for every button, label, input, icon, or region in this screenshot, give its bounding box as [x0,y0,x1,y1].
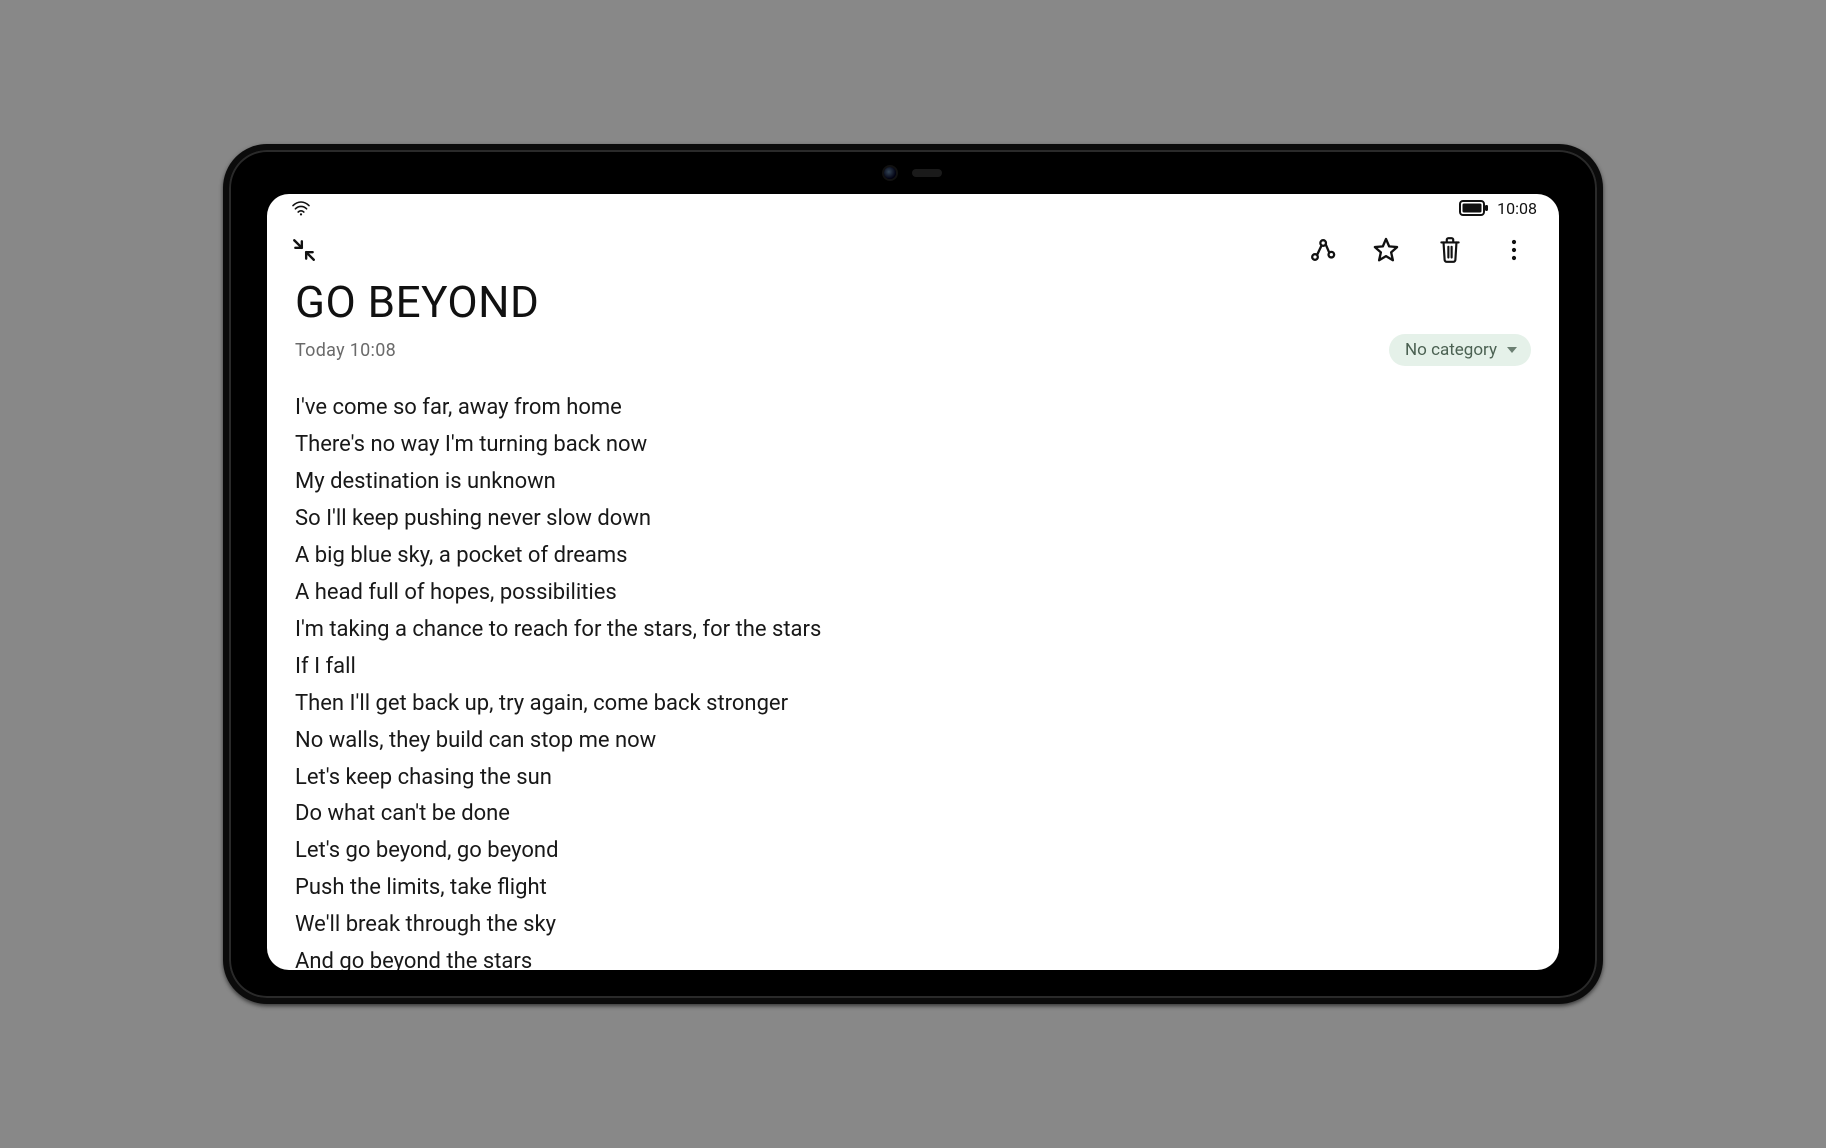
camera-lens-icon [884,167,896,179]
note-line[interactable]: There's no way I'm turning back now [295,427,1531,464]
note-line[interactable]: No walls, they build can stop me now [295,723,1531,760]
note-toolbar [267,222,1559,278]
note-line[interactable]: If I fall [295,649,1531,686]
favorite-button[interactable] [1367,231,1405,269]
screen: 10:08 [267,194,1559,970]
note-line[interactable]: Let's go beyond, go beyond [295,833,1531,870]
note-line[interactable]: And go beyond the stars [295,944,1531,970]
category-selector[interactable]: No category [1389,334,1531,366]
trash-icon [1437,236,1463,264]
delete-button[interactable] [1431,231,1469,269]
battery-icon [1459,200,1489,216]
note-line[interactable]: I've come so far, away from home [295,390,1531,427]
note-line[interactable]: So I'll keep pushing never slow down [295,501,1531,538]
note-line[interactable]: Do what can't be done [295,796,1531,833]
note-line[interactable]: My destination is unknown [295,464,1531,501]
note-line[interactable]: A head full of hopes, possibilities [295,575,1531,612]
wifi-icon [291,200,311,216]
note-line[interactable]: A big blue sky, a pocket of dreams [295,538,1531,575]
status-time: 10:08 [1497,199,1537,218]
note-line[interactable]: I'm taking a chance to reach for the sta… [295,612,1531,649]
note-content-area[interactable]: GO BEYOND Today 10:08 No category I've c… [267,278,1559,970]
category-label: No category [1405,340,1497,360]
note-line[interactable]: We'll break through the sky [295,907,1531,944]
front-camera-cluster [884,167,942,179]
collapse-button[interactable] [285,231,323,269]
share-button[interactable] [1303,231,1341,269]
more-options-button[interactable] [1495,231,1533,269]
share-icon [1308,236,1336,264]
status-bar: 10:08 [267,194,1559,222]
sensor-slot-icon [912,169,942,177]
star-icon [1372,236,1400,264]
note-line[interactable]: Then I'll get back up, try again, come b… [295,686,1531,723]
note-body[interactable]: I've come so far, away from homeThere's … [295,390,1531,970]
note-title[interactable]: GO BEYOND [295,278,1531,328]
note-line[interactable]: Let's keep chasing the sun [295,760,1531,797]
note-timestamp: Today 10:08 [295,340,396,361]
tablet-device-frame: 10:08 [223,144,1603,1004]
chevron-down-icon [1507,347,1517,353]
note-line[interactable]: Push the limits, take flight [295,870,1531,907]
more-vertical-icon [1511,238,1517,262]
collapse-icon [291,237,317,263]
